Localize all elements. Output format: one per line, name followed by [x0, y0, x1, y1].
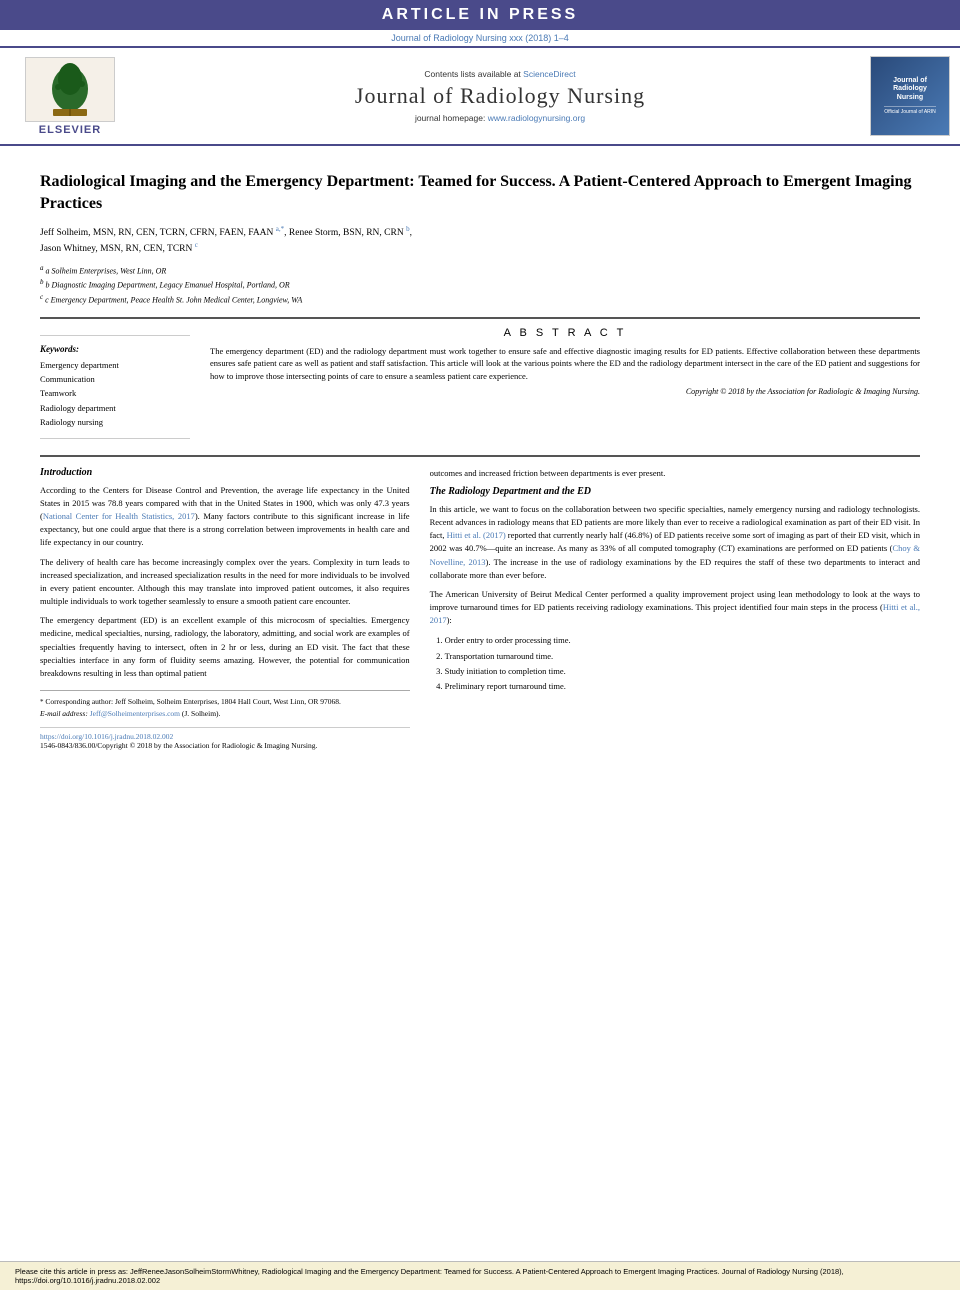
footnote-star-note: * Corresponding author: Jeff Solheim, So… — [40, 696, 410, 708]
intro-para-3: The emergency department (ED) is an exce… — [40, 614, 410, 680]
keywords-list: Emergency department Communication Teamw… — [40, 358, 190, 430]
left-column: Introduction According to the Centers fo… — [40, 467, 410, 750]
banner-text: ARTICLE IN PRESS — [382, 6, 578, 23]
footnotes: * Corresponding author: Jeff Solheim, So… — [40, 690, 410, 719]
header-area: ELSEVIER Contents lists available at Sci… — [0, 46, 960, 146]
right-intro-continuation: outcomes and increased friction between … — [430, 467, 920, 480]
doi-section: https://doi.org/10.1016/j.jradnu.2018.02… — [40, 727, 410, 750]
affiliation-b: b Diagnostic Imaging Department, Legacy … — [46, 281, 290, 290]
elsevier-tree-image — [25, 57, 115, 122]
keywords-bottom-divider — [40, 438, 190, 439]
journal-homepage-line: journal homepage: www.radiologynursing.o… — [140, 113, 860, 123]
homepage-label: journal homepage: — [415, 113, 488, 123]
elsevier-wordmark: ELSEVIER — [39, 124, 101, 136]
list-item-2: Transportation turnaround time. — [445, 649, 920, 664]
sciencedirect-link[interactable]: ScienceDirect — [523, 69, 575, 79]
affiliation-c: c Emergency Department, Peace Health St.… — [45, 296, 302, 305]
keyword-1: Emergency department — [40, 358, 190, 372]
journal-subtitle-line: Journal of Radiology Nursing xxx (2018) … — [0, 30, 960, 46]
contents-available-line: Contents lists available at ScienceDirec… — [140, 69, 860, 79]
keyword-3: Teamwork — [40, 386, 190, 400]
abstract-copyright: Copyright © 2018 by the Association for … — [210, 387, 920, 396]
keyword-4: Radiology department — [40, 401, 190, 415]
ref-hitti-2017[interactable]: Hitti et al. (2017) — [447, 530, 506, 540]
introduction-heading: Introduction — [40, 467, 410, 478]
logo-title: Journal ofRadiologyNursing — [893, 77, 927, 102]
affiliation-a: a Solheim Enterprises, West Linn, OR — [46, 266, 167, 275]
authors-line: Jeff Solheim, MSN, RN, CEN, TCRN, CFRN, … — [40, 224, 920, 257]
body-columns: Introduction According to the Centers fo… — [40, 467, 920, 750]
list-item-3: Study initiation to completion time. — [445, 664, 920, 679]
homepage-link[interactable]: www.radiologynursing.org — [488, 113, 585, 123]
radiology-para-1: In this article, we want to focus on the… — [430, 503, 920, 582]
doi-link[interactable]: https://doi.org/10.1016/j.jradnu.2018.02… — [40, 732, 173, 741]
keywords-title: Keywords: — [40, 344, 190, 354]
keywords-top-divider — [40, 335, 190, 336]
elsevier-logo: ELSEVIER — [10, 57, 130, 136]
numbered-list: Order entry to order processing time. Tr… — [445, 633, 920, 694]
affiliations: a a Solheim Enterprises, West Linn, OR b… — [40, 263, 920, 307]
ref-hitti-2017-2[interactable]: Hitti et al., 2017 — [430, 602, 920, 625]
main-content: Radiological Imaging and the Emergency D… — [0, 146, 960, 760]
logo-subtitle: Official Journal of ARIN — [884, 106, 936, 115]
right-column: outcomes and increased friction between … — [430, 467, 920, 750]
radiology-nursing-logo: Journal ofRadiologyNursing Official Jour… — [870, 56, 950, 136]
article-in-press-banner: ARTICLE IN PRESS — [0, 0, 960, 30]
ref-link-nhcs[interactable]: National Center for Health Statistics, 2… — [43, 511, 195, 521]
intro-para-2: The delivery of health care has become i… — [40, 556, 410, 609]
radiology-ed-heading: The Radiology Department and the ED — [430, 486, 920, 497]
citation-text: Please cite this article in press as: Je… — [15, 1267, 844, 1285]
citation-bar: Please cite this article in press as: Je… — [0, 1261, 960, 1290]
journal-title: Journal of Radiology Nursing — [140, 83, 860, 109]
abstract-section: Keywords: Emergency department Communica… — [40, 327, 920, 447]
divider-below-abstract — [40, 455, 920, 457]
abstract-column: A B S T R A C T The emergency department… — [210, 327, 920, 447]
issn-text: 1546-0843/836.00/Copyright © 2018 by the… — [40, 741, 410, 750]
ref-choy-novelline[interactable]: Choy & Novelline, 2013 — [430, 543, 920, 566]
journal-subtitle-text: Journal of Radiology Nursing xxx (2018) … — [391, 33, 569, 43]
divider-after-affiliations — [40, 317, 920, 319]
article-title: Radiological Imaging and the Emergency D… — [40, 171, 920, 216]
intro-para-1: According to the Centers for Disease Con… — [40, 484, 410, 550]
list-item-1: Order entry to order processing time. — [445, 633, 920, 648]
keyword-5: Radiology nursing — [40, 415, 190, 429]
header-center: Contents lists available at ScienceDirec… — [140, 69, 860, 123]
keyword-2: Communication — [40, 372, 190, 386]
abstract-text: The emergency department (ED) and the ra… — [210, 345, 920, 383]
radiology-para-2: The American University of Beirut Medica… — [430, 588, 920, 628]
footnote-email: E-mail address: Jeff@Solheimenterprises.… — [40, 708, 410, 719]
footnote-email-link[interactable]: Jeff@Solheimenterprises.com — [90, 709, 180, 718]
abstract-title: A B S T R A C T — [210, 327, 920, 339]
list-item-4: Preliminary report turnaround time. — [445, 679, 920, 694]
keywords-column: Keywords: Emergency department Communica… — [40, 327, 190, 447]
contents-text: Contents lists available at — [424, 69, 523, 79]
